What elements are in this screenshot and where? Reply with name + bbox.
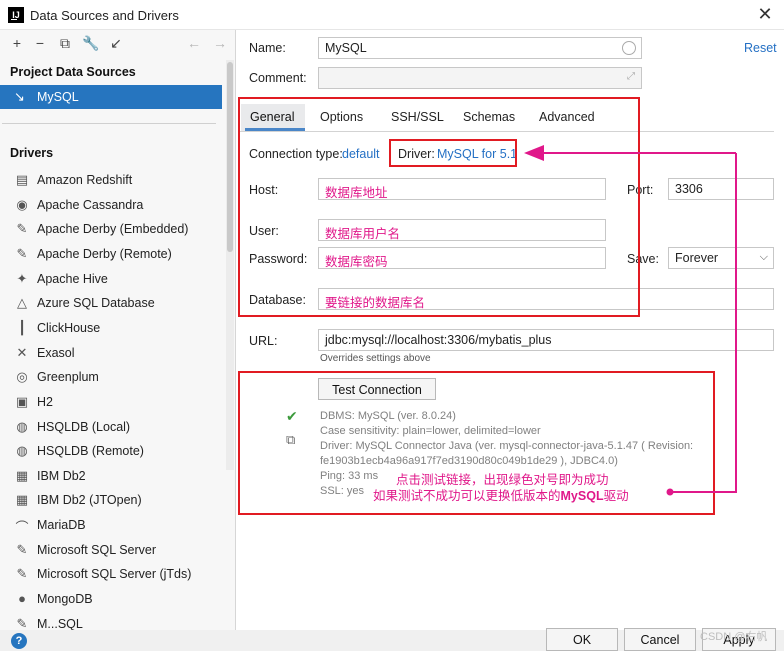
wrench-icon[interactable]: 🔧 (82, 34, 100, 52)
driver-icon: ✕ (16, 344, 28, 360)
driver-item[interactable]: ✦ Apache Hive (0, 267, 222, 292)
driver-item[interactable]: ✎ Apache Derby (Embedded) (0, 217, 222, 242)
project-data-sources-title: Project Data Sources (10, 65, 136, 79)
name-value: MySQL (325, 41, 367, 55)
driver-label: Apache Derby (Remote) (37, 246, 172, 261)
driver-item[interactable]: ● MongoDB (0, 587, 222, 612)
driver-item[interactable]: ◎ Greenplum (0, 365, 222, 390)
cancel-button[interactable]: Cancel (624, 628, 696, 651)
driver-label: M...SQL (37, 616, 83, 631)
driver-icon: ✎ (16, 221, 28, 237)
driver-icon: ▦ (15, 492, 29, 508)
drivers-title: Drivers (10, 146, 54, 160)
driver-item[interactable]: ◍ HSQLDB (Local) (0, 415, 222, 440)
scrollbar-thumb[interactable] (227, 62, 233, 252)
annotation-box-driver (389, 139, 517, 167)
driver-label: Microsoft SQL Server (jTds) (37, 567, 192, 582)
chevron-down-icon: ⌵ (759, 251, 768, 263)
driver-label: Microsoft SQL Server (37, 542, 157, 557)
annotation-arrow (524, 145, 737, 496)
comment-input[interactable] (318, 67, 642, 89)
driver-label: HSQLDB (Local) (37, 419, 131, 434)
driver-icon: ● (18, 591, 26, 607)
driver-icon: △ (17, 295, 27, 311)
driver-icon: ◍ (16, 418, 28, 434)
reset-link[interactable]: Reset (744, 41, 777, 55)
driver-item[interactable]: ✎ Microsoft SQL Server (jTds) (0, 562, 222, 587)
color-picker-icon[interactable] (622, 41, 636, 55)
driver-label: H2 (37, 394, 53, 409)
driver-item[interactable]: ✎ Microsoft SQL Server (0, 538, 222, 563)
add-icon[interactable]: + (8, 34, 26, 52)
driver-icon: ◉ (16, 196, 28, 212)
driver-label: Amazon Redshift (37, 173, 133, 187)
window-title: Data Sources and Drivers (30, 8, 179, 23)
url-hint: Overrides settings above (320, 353, 431, 364)
divider (2, 123, 216, 124)
driver-icon: ▣ (15, 393, 29, 409)
url-label: URL: (249, 334, 278, 348)
driver-item[interactable]: ▦ IBM Db2 (0, 464, 222, 489)
name-input[interactable]: MySQL (318, 37, 642, 59)
driver-icon: ✎ (16, 566, 28, 582)
driver-label: Apache Derby (Embedded) (37, 222, 189, 237)
driver-icon: ▤ (15, 172, 29, 187)
expand-icon[interactable]: ⤢ (627, 71, 635, 82)
driver-icon: ┃ (18, 319, 26, 335)
driver-label: MongoDB (37, 592, 93, 607)
driver-item[interactable]: ▣ H2 (0, 390, 222, 415)
driver-item[interactable]: ┃ ClickHouse (0, 316, 222, 341)
driver-item[interactable]: ✎ Apache Derby (Remote) (0, 242, 222, 267)
driver-item[interactable]: ▤ Amazon Redshift (0, 168, 222, 193)
driver-label: Apache Hive (37, 271, 108, 286)
mysql-dolphin-icon: ↘ (14, 89, 25, 104)
comment-label: Comment: (249, 71, 307, 85)
driver-label: Apache Cassandra (37, 197, 144, 212)
duplicate-icon[interactable]: ⧉ (56, 34, 74, 52)
name-label: Name: (249, 41, 286, 55)
driver-icon: ▦ (15, 467, 29, 483)
arrow-head-left (524, 145, 544, 161)
driver-label: Exasol (37, 345, 75, 360)
driver-icon: ◍ (16, 443, 28, 459)
driver-icon: ◎ (16, 369, 28, 385)
driver-icon: ✎ (16, 245, 28, 261)
driver-label: HSQLDB (Remote) (37, 444, 144, 459)
arrow-tail-dot (666, 488, 674, 496)
close-icon[interactable]: ✕ (755, 4, 775, 25)
data-source-item-mysql[interactable]: ↘ MySQL (0, 85, 222, 109)
forward-arrow-icon[interactable]: → (211, 34, 229, 52)
driver-item[interactable]: ✕ Exasol (0, 341, 222, 366)
driver-label: IBM Db2 (JTOpen) (37, 493, 142, 508)
driver-item[interactable]: ◍ HSQLDB (Remote) (0, 439, 222, 464)
driver-label: IBM Db2 (37, 468, 86, 483)
driver-icon: ✎ (16, 541, 28, 557)
driver-label: Greenplum (37, 370, 99, 385)
driver-item[interactable]: ▦ IBM Db2 (JTOpen) (0, 488, 222, 513)
remove-icon[interactable]: − (31, 34, 49, 52)
ok-button[interactable]: OK (546, 628, 618, 651)
intellij-app-icon: IJ (8, 7, 24, 23)
driver-icon: ⌒ (15, 520, 29, 536)
help-icon[interactable]: ? (11, 633, 27, 649)
driver-item[interactable]: △ Azure SQL Database (0, 291, 222, 316)
import-icon[interactable]: ↙ (107, 34, 125, 52)
driver-icon: ✦ (16, 270, 28, 286)
back-arrow-icon[interactable]: ← (185, 34, 203, 52)
driver-label: Azure SQL Database (37, 296, 155, 311)
driver-label: ClickHouse (37, 320, 101, 335)
watermark: CSDN @右帆 (700, 631, 768, 643)
driver-item[interactable]: ◉ Apache Cassandra (0, 193, 222, 218)
driver-label: MariaDB (37, 518, 86, 533)
driver-item[interactable]: ⌒ MariaDB (0, 513, 222, 538)
data-source-label: MySQL (37, 90, 79, 104)
